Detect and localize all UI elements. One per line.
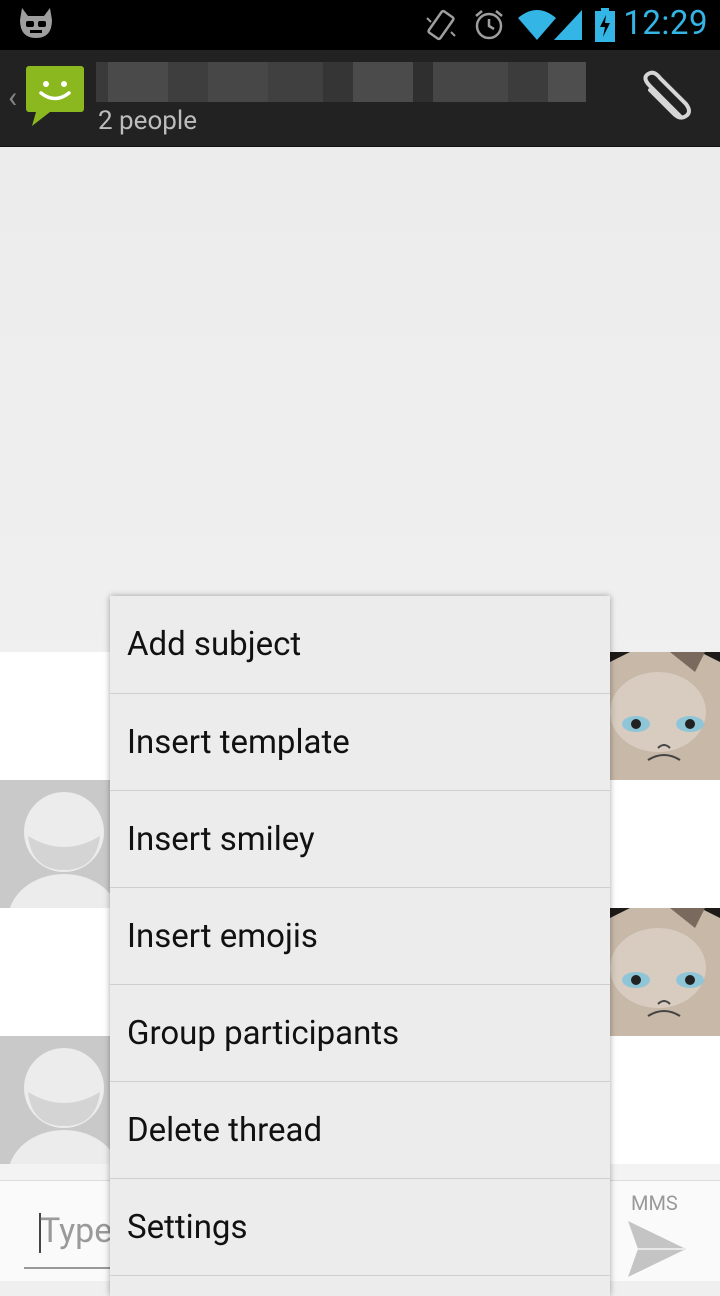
send-icon[interactable] xyxy=(626,1219,688,1279)
menu-item-insert-template[interactable]: Insert template xyxy=(110,694,610,791)
overflow-menu: Add subject Insert template Insert smile… xyxy=(110,596,610,1296)
cell-signal-icon xyxy=(554,10,582,40)
menu-item-group-participants[interactable]: Group participants xyxy=(110,985,610,1082)
contact-photo xyxy=(610,908,720,1036)
status-clock: 12:29 xyxy=(623,4,708,43)
menu-item-delete-thread[interactable]: Delete thread xyxy=(110,1082,610,1179)
paperclip-icon[interactable] xyxy=(632,70,696,126)
up-caret-icon[interactable]: ‹ xyxy=(8,80,17,115)
alarm-icon xyxy=(475,10,503,40)
menu-item-add-subject[interactable]: Add subject xyxy=(110,596,610,694)
conversation-title-redacted xyxy=(96,62,586,102)
default-avatar-icon xyxy=(0,780,128,908)
menu-item-insert-emojis[interactable]: Insert emojis xyxy=(110,888,610,985)
messaging-icon[interactable] xyxy=(24,64,88,128)
menu-item-settings[interactable]: Settings xyxy=(110,1179,610,1276)
input-underline xyxy=(24,1267,124,1269)
vibrate-icon xyxy=(426,9,456,41)
cyanogenmod-robot-icon xyxy=(20,8,52,38)
message-input[interactable]: Type xyxy=(40,1211,112,1251)
contact-photo xyxy=(610,652,720,780)
action-bar: ‹ 2 people xyxy=(0,50,720,147)
status-bar: 12:29 xyxy=(0,0,720,50)
battery-charging-icon xyxy=(595,8,615,42)
menu-item-insert-smiley[interactable]: Insert smiley xyxy=(110,791,610,888)
conversation-subtitle: 2 people xyxy=(98,106,197,136)
default-avatar-icon xyxy=(0,1036,128,1164)
mms-indicator: MMS xyxy=(631,1191,678,1215)
